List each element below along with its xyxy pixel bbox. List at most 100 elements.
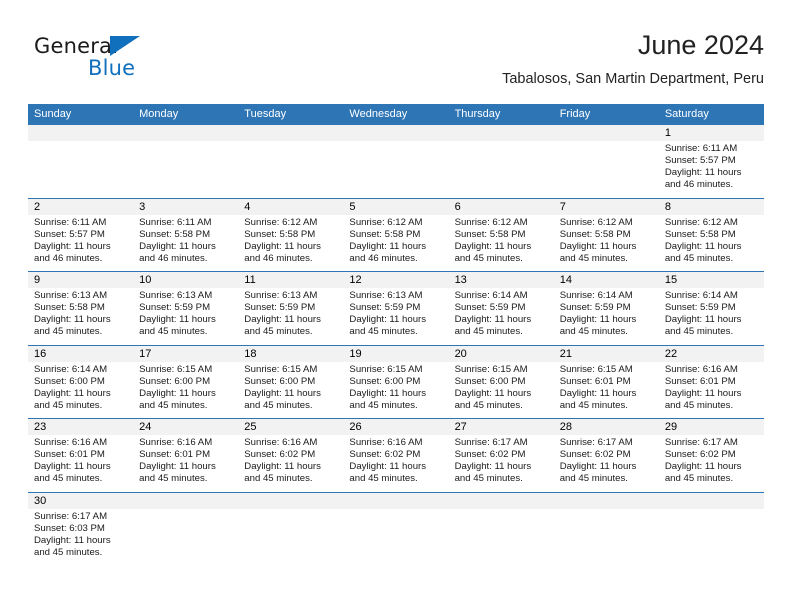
sunset-text: Sunset: 5:57 PM bbox=[664, 155, 736, 167]
sunrise-text: Sunrise: 6:15 AM bbox=[559, 363, 633, 375]
daylight-text-line1: Daylight: 11 hours bbox=[559, 387, 637, 399]
calendar-day-cell[interactable]: 21 Sunrise: 6:15 AM Sunset: 6:01 PM Dayligh… bbox=[553, 345, 659, 419]
calendar-day-cell[interactable]: 17 Sunrise: 6:15 AM Sunset: 6:00 PM Dayligh… bbox=[133, 345, 239, 419]
daylight-text-line1: Daylight: 11 hours bbox=[244, 240, 321, 252]
sunrise-text: Sunrise: 6:15 AM bbox=[349, 363, 423, 375]
calendar-day-cell[interactable]: 5 Sunrise: 6:12 AM Sunset: 5:58 PM Daylight… bbox=[343, 198, 449, 272]
daylight-text-line1: Daylight: 11 hours bbox=[34, 240, 111, 252]
calendar-day-cell[interactable]: 30 Sunrise: 6:17 AM Sunset: 6:03 PM Dayligh… bbox=[28, 492, 134, 566]
day-number-band: 7 bbox=[553, 198, 659, 215]
day-number: 10 bbox=[139, 274, 152, 286]
sunset-text: Sunset: 6:02 PM bbox=[664, 449, 736, 461]
day-of-week-header-saturday: Saturday bbox=[664, 108, 709, 120]
calendar-day-cell[interactable]: 7 Sunrise: 6:12 AM Sunset: 5:58 PM Daylight… bbox=[553, 198, 659, 272]
sunrise-text: Sunrise: 6:12 AM bbox=[244, 216, 318, 228]
calendar-day-cell[interactable]: 6 Sunrise: 6:12 AM Sunset: 5:58 PM Daylight… bbox=[448, 198, 554, 272]
day-number: 21 bbox=[559, 347, 572, 360]
calendar-day-cell[interactable]: 19 Sunrise: 6:15 AM Sunset: 6:00 PM Dayligh… bbox=[343, 345, 449, 419]
day-number-band: 2 bbox=[28, 198, 134, 215]
day-number: 13 bbox=[454, 274, 467, 286]
title-block: June 2024 Tabalosos, San Martin Departme… bbox=[502, 28, 764, 90]
sunrise-text: Sunrise: 6:13 AM bbox=[349, 290, 423, 301]
day-sun-info: Sunrise: 6:16 AM Sunset: 6:01 PM Daylight:… bbox=[659, 362, 764, 412]
daylight-text-line2: and 45 minutes. bbox=[244, 399, 313, 411]
day-number: 11 bbox=[244, 274, 256, 286]
sunset-text: Sunset: 6:00 PM bbox=[34, 375, 105, 387]
daylight-text-line1: Daylight: 11 hours bbox=[139, 240, 216, 252]
calendar-day-cell[interactable]: 4 Sunrise: 6:12 AM Sunset: 5:58 PM Daylight… bbox=[238, 198, 344, 272]
day-sun-info: Sunrise: 6:12 AM Sunset: 5:58 PM Daylight:… bbox=[659, 215, 764, 265]
sunrise-text: Sunrise: 6:11 AM bbox=[664, 143, 738, 154]
day-number: 26 bbox=[349, 421, 362, 433]
sunrise-text: Sunrise: 6:14 AM bbox=[664, 290, 738, 301]
day-number-band: 25 bbox=[238, 419, 344, 435]
daylight-text-line2: and 45 minutes. bbox=[34, 326, 103, 338]
calendar-day-cell[interactable]: 29 Sunrise: 6:17 AM Sunset: 6:02 PM Dayligh… bbox=[658, 419, 764, 492]
calendar-day-cell[interactable]: 28 Sunrise: 6:17 AM Sunset: 6:02 PM Dayligh… bbox=[553, 419, 659, 492]
day-number-band: 6 bbox=[448, 198, 554, 215]
calendar-day-cell[interactable]: 8 Sunrise: 6:12 AM Sunset: 5:58 PM Daylight… bbox=[658, 198, 764, 272]
calendar-day-cell[interactable]: 26 Sunrise: 6:16 AM Sunset: 6:02 PM Dayligh… bbox=[343, 419, 449, 492]
day-of-week-header-tuesday: Tuesday bbox=[244, 108, 287, 120]
daylight-text-line1: Daylight: 11 hours bbox=[454, 461, 532, 473]
sunrise-text: Sunrise: 6:16 AM bbox=[349, 437, 423, 448]
calendar-day-cell[interactable]: 2 Sunrise: 6:11 AM Sunset: 5:57 PM Daylight… bbox=[28, 198, 134, 272]
calendar-day-cell[interactable]: 18 Sunrise: 6:15 AM Sunset: 6:00 PM Dayligh… bbox=[238, 345, 344, 419]
day-sun-info: Sunrise: 6:12 AM Sunset: 5:58 PM Daylight:… bbox=[343, 215, 448, 265]
daylight-text-line1: Daylight: 11 hours bbox=[559, 461, 637, 473]
day-number-band: 17 bbox=[133, 345, 239, 362]
day-number-band bbox=[238, 125, 344, 141]
day-number-band: 14 bbox=[553, 272, 659, 288]
day-number: 4 bbox=[244, 200, 251, 213]
day-number-band: 12 bbox=[343, 272, 449, 288]
daylight-text-line2: and 45 minutes. bbox=[559, 326, 628, 338]
day-number: 22 bbox=[664, 347, 678, 360]
calendar-day-cell[interactable]: 24 Sunrise: 6:16 AM Sunset: 6:01 PM Dayligh… bbox=[133, 419, 239, 492]
sunset-text: Sunset: 5:58 PM bbox=[349, 228, 421, 240]
general-blue-logo[interactable]: General Blue bbox=[34, 34, 194, 86]
calendar-day-cell[interactable]: 3 Sunrise: 6:11 AM Sunset: 5:58 PM Daylight… bbox=[133, 198, 239, 272]
day-number-band: 19 bbox=[343, 345, 449, 362]
calendar-day-cell[interactable]: 14 Sunrise: 6:14 AM Sunset: 5:59 PM Dayligh… bbox=[553, 272, 659, 345]
calendar-day-cell[interactable]: 27 Sunrise: 6:17 AM Sunset: 6:02 PM Dayligh… bbox=[448, 419, 554, 492]
daylight-text-line1: Daylight: 11 hours bbox=[139, 314, 216, 326]
sunrise-text: Sunrise: 6:12 AM bbox=[559, 216, 633, 228]
daylight-text-line1: Daylight: 11 hours bbox=[244, 314, 321, 326]
calendar-day-cell-empty bbox=[553, 125, 659, 198]
sunset-text: Sunset: 6:02 PM bbox=[559, 449, 631, 461]
daylight-text-line1: Daylight: 11 hours bbox=[139, 387, 216, 399]
calendar-day-cell[interactable]: 11 Sunrise: 6:13 AM Sunset: 5:59 PM Dayligh… bbox=[238, 272, 344, 345]
daylight-text-line2: and 46 minutes. bbox=[349, 252, 418, 264]
calendar-day-cell[interactable]: 20 Sunrise: 6:15 AM Sunset: 6:00 PM Dayligh… bbox=[448, 345, 554, 419]
calendar-day-cell[interactable]: 23 Sunrise: 6:16 AM Sunset: 6:01 PM Dayligh… bbox=[28, 419, 134, 492]
day-sun-info: Sunrise: 6:13 AM Sunset: 5:59 PM Daylight:… bbox=[343, 288, 448, 338]
day-sun-info: Sunrise: 6:11 AM Sunset: 5:58 PM Daylight:… bbox=[133, 215, 238, 265]
day-number-band: 3 bbox=[133, 198, 239, 215]
sunrise-text: Sunrise: 6:15 AM bbox=[454, 363, 528, 375]
sunset-text: Sunset: 5:59 PM bbox=[664, 302, 736, 314]
calendar-day-cell[interactable]: 9 Sunrise: 6:13 AM Sunset: 5:58 PM Daylight… bbox=[28, 272, 134, 345]
sunset-text: Sunset: 5:59 PM bbox=[454, 302, 526, 314]
day-number-band bbox=[553, 125, 659, 141]
daylight-text-line2: and 45 minutes. bbox=[139, 399, 208, 411]
sunset-text: Sunset: 6:00 PM bbox=[349, 375, 421, 387]
calendar-day-cell[interactable]: 10 Sunrise: 6:13 AM Sunset: 5:59 PM Dayligh… bbox=[133, 272, 239, 345]
calendar-day-cell[interactable]: 16 Sunrise: 6:14 AM Sunset: 6:00 PM Dayligh… bbox=[28, 345, 134, 419]
calendar-day-cell-empty bbox=[343, 492, 449, 566]
daylight-text-line1: Daylight: 11 hours bbox=[664, 387, 742, 399]
calendar-day-cell[interactable]: 25 Sunrise: 6:16 AM Sunset: 6:02 PM Dayligh… bbox=[238, 419, 344, 492]
calendar-day-cell[interactable]: 12 Sunrise: 6:13 AM Sunset: 5:59 PM Dayligh… bbox=[343, 272, 449, 345]
day-number-band: 18 bbox=[238, 345, 344, 362]
daylight-text-line1: Daylight: 11 hours bbox=[664, 167, 742, 179]
calendar-day-cell[interactable]: 1 Sunrise: 6:11 AM Sunset: 5:57 PM Daylight… bbox=[658, 125, 764, 198]
page-header: General Blue June 2024 Tabalosos, San Ma… bbox=[28, 28, 764, 98]
calendar-day-cell[interactable]: 13 Sunrise: 6:14 AM Sunset: 5:59 PM Dayligh… bbox=[448, 272, 554, 345]
calendar-week-row: 16 Sunrise: 6:14 AM Sunset: 6:00 PM Dayligh… bbox=[28, 345, 764, 419]
sunset-text: Sunset: 6:03 PM bbox=[34, 522, 105, 534]
day-sun-info: Sunrise: 6:16 AM Sunset: 6:01 PM Daylight:… bbox=[28, 435, 133, 485]
day-number-band: 29 bbox=[658, 419, 764, 435]
calendar-day-cell[interactable]: 22 Sunrise: 6:16 AM Sunset: 6:01 PM Dayligh… bbox=[658, 345, 764, 419]
sunrise-text: Sunrise: 6:17 AM bbox=[664, 437, 738, 448]
sunset-text: Sunset: 6:02 PM bbox=[349, 449, 421, 461]
calendar-day-cell[interactable]: 15 Sunrise: 6:14 AM Sunset: 5:59 PM Dayligh… bbox=[658, 272, 764, 345]
